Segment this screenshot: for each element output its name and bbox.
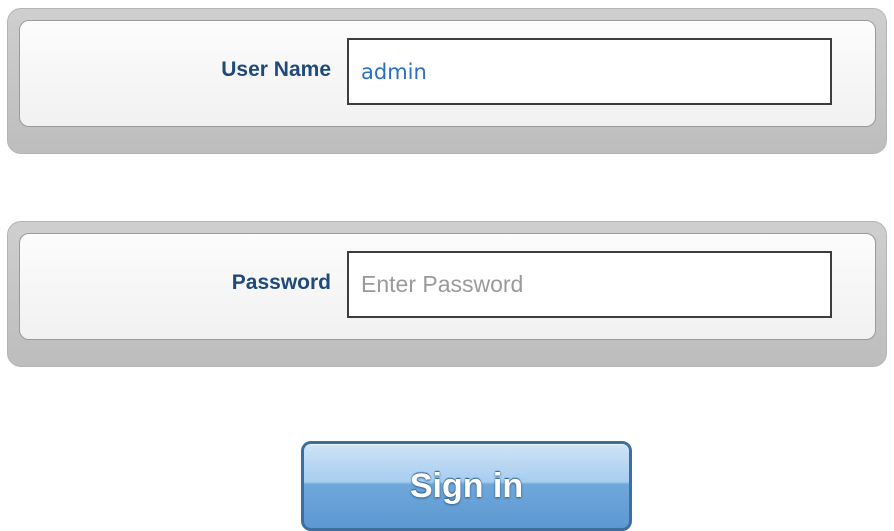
password-label: Password [231, 271, 331, 294]
sign-in-button[interactable]: Sign in [301, 441, 632, 531]
username-field-panel: User Name [19, 20, 876, 127]
username-input[interactable] [347, 38, 832, 105]
username-label: User Name [221, 58, 331, 81]
password-field-group: Password [7, 221, 887, 367]
password-field-panel: Password [19, 233, 876, 340]
username-field-group: User Name [7, 8, 887, 154]
password-input[interactable] [347, 251, 832, 318]
login-form: User Name Password Sign in [0, 0, 894, 531]
